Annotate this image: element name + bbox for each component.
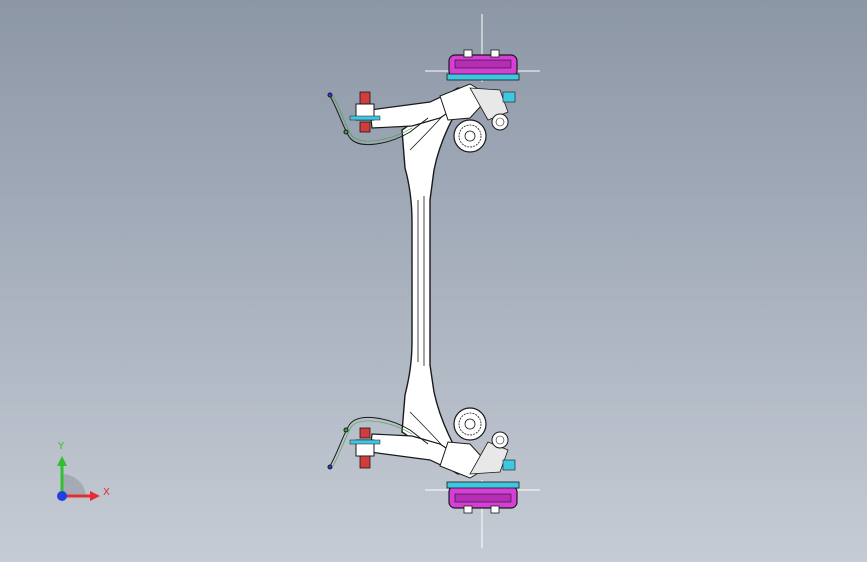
bottom-gear-assembly[interactable] [453,407,509,449]
top-gear-assembly[interactable] [453,113,509,153]
coordinate-triad [57,456,100,501]
x-axis-arrow-head [90,491,100,501]
y-axis-label: Y [58,441,65,452]
axle-assembly-model[interactable] [0,0,867,562]
x-axis-label: X [103,487,110,498]
z-axis-dot [57,491,67,501]
graphics-viewport[interactable]: X Y [0,0,867,562]
y-axis-arrow-head [57,456,67,466]
top-brake-disc[interactable] [446,49,520,81]
bottom-brake-disc[interactable] [446,481,520,514]
